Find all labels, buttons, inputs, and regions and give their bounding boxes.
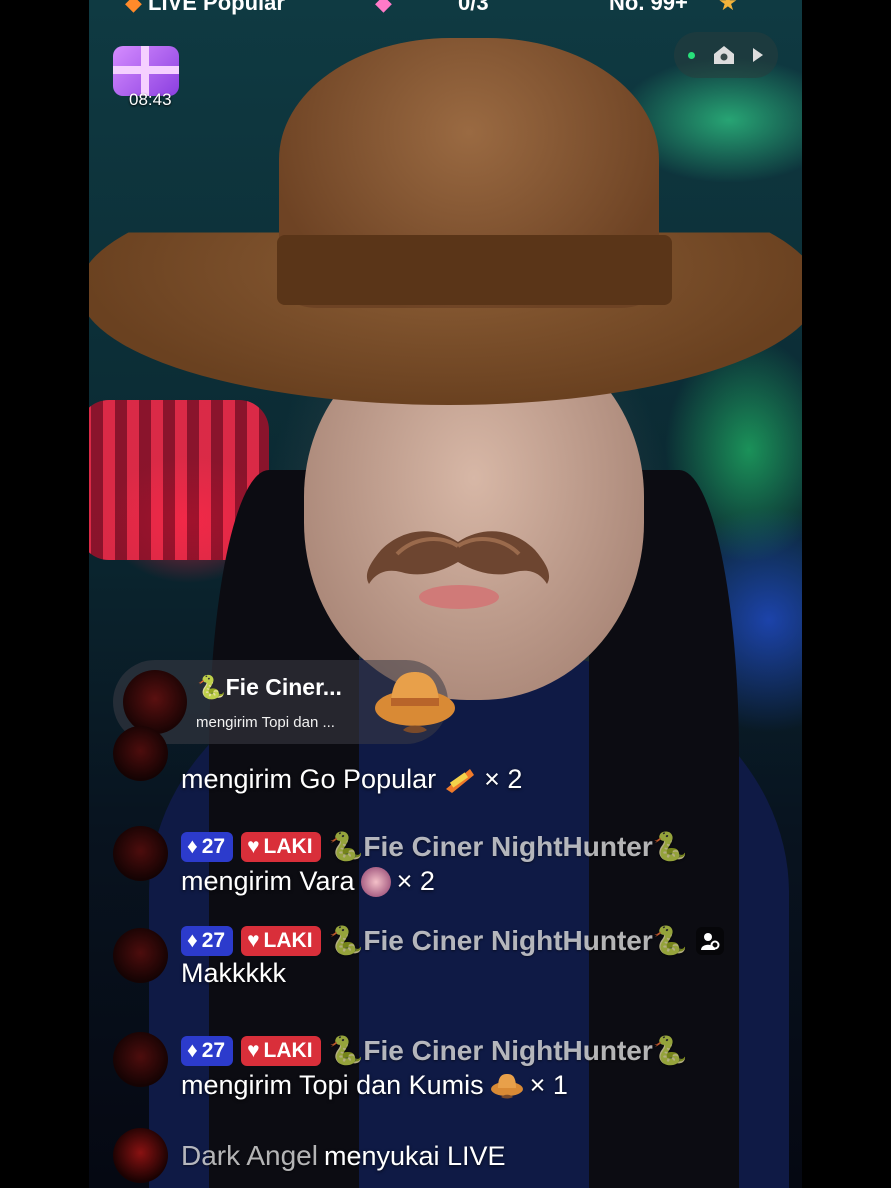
level-badge[interactable]: ♦ 27 bbox=[181, 831, 234, 862]
username[interactable]: 🐍Fie Ciner NightHunter🐍 bbox=[329, 830, 688, 863]
chat-message: ♦ 27 ♥ LAKI 🐍Fie Ciner NightHunter🐍 mengir… bbox=[113, 824, 783, 904]
heart-icon: ♥ bbox=[247, 1038, 260, 1062]
heart-icon: ♥ bbox=[247, 834, 260, 858]
level-badge[interactable]: ♦ 27 bbox=[181, 1035, 234, 1066]
level-badge[interactable]: ♦ 27 bbox=[181, 925, 234, 956]
diamond-icon: ♦ bbox=[187, 928, 198, 952]
hat-gift-icon bbox=[490, 1073, 523, 1098]
laki-badge[interactable]: ♥ LAKI bbox=[241, 925, 321, 956]
control-pill[interactable] bbox=[674, 32, 778, 78]
avatar[interactable] bbox=[113, 1128, 168, 1183]
diamond-icon: ♦ bbox=[187, 1038, 198, 1062]
home-icon[interactable] bbox=[713, 45, 735, 65]
status-dot bbox=[688, 51, 695, 59]
fire-icon: ◆ bbox=[125, 0, 142, 15]
gift-multiplier: × 2 bbox=[484, 764, 523, 794]
treasure-box-timer[interactable]: 08:43 bbox=[113, 46, 183, 110]
chat-text: mengirim Vara bbox=[181, 866, 355, 896]
gift-notification[interactable]: 🐍Fie Ciner... mengirim Topi dan ... bbox=[113, 660, 455, 744]
star-icon: ★ bbox=[718, 0, 738, 15]
username[interactable]: 🐍Fie Ciner NightHunter🐍 bbox=[329, 924, 688, 957]
chat-message: ♦ 27 ♥ LAKI 🐍Fie Ciner NightHunter🐍 mengir… bbox=[113, 1030, 783, 1110]
live-popular-label[interactable]: ◆ LIVE Popular bbox=[125, 0, 285, 16]
chat-text: Makkkkk bbox=[181, 958, 287, 988]
diamond-icon: ♦ bbox=[187, 834, 198, 858]
avatar[interactable] bbox=[113, 726, 168, 781]
chat-text: mengirim Go Popular bbox=[181, 764, 437, 794]
hat-gift-icon bbox=[375, 672, 455, 733]
timer-text: 08:43 bbox=[129, 90, 172, 109]
rank-label[interactable]: No. 99+ ★ bbox=[609, 0, 738, 16]
username[interactable]: Dark Angel bbox=[181, 1140, 318, 1172]
avatar[interactable] bbox=[113, 1032, 168, 1087]
heart-icon: ♥ bbox=[247, 928, 260, 952]
chat-text: menyukai LIVE bbox=[323, 1140, 506, 1171]
go-popular-gift-icon bbox=[446, 768, 475, 793]
play-icon[interactable] bbox=[753, 48, 763, 62]
avatar[interactable] bbox=[123, 670, 187, 734]
chat-message: ♦ 27 ♥ LAKI 🐍Fie Ciner NightHunter🐍 Makkkk… bbox=[113, 918, 783, 998]
laki-badge[interactable]: ♥ LAKI bbox=[241, 1035, 321, 1066]
live-stream-view: ◆ LIVE Popular ◆ 0/3 No. 99+ ★ 08:43 🐍Fi… bbox=[89, 0, 802, 1188]
gift-multiplier: × 1 bbox=[529, 1070, 568, 1100]
laki-badge[interactable]: ♥ LAKI bbox=[241, 831, 321, 862]
avatar[interactable] bbox=[113, 928, 168, 983]
heart-gift-icon: ◆ bbox=[375, 0, 392, 15]
vara-gift-icon bbox=[360, 866, 391, 897]
mustache-filter bbox=[366, 531, 550, 584]
username[interactable]: 🐍Fie Ciner NightHunter🐍 bbox=[329, 1034, 688, 1067]
chat-text: mengirim Topi dan Kumis bbox=[181, 1070, 484, 1100]
follow-icon[interactable] bbox=[695, 926, 724, 955]
avatar[interactable] bbox=[113, 826, 168, 881]
chat-message: mengirim Go Popular × 2 bbox=[113, 726, 783, 798]
notification-subtitle: mengirim Topi dan ... bbox=[196, 714, 335, 731]
cowboy-hat-band bbox=[277, 235, 672, 305]
chat-message: Dark Angel menyukai LIVE bbox=[113, 1128, 783, 1188]
gift-multiplier: × 2 bbox=[396, 866, 435, 896]
notification-sender: 🐍Fie Ciner... bbox=[197, 674, 342, 700]
gift-box-icon bbox=[113, 46, 179, 96]
gift-count: ◆ 0/3 bbox=[375, 0, 489, 16]
